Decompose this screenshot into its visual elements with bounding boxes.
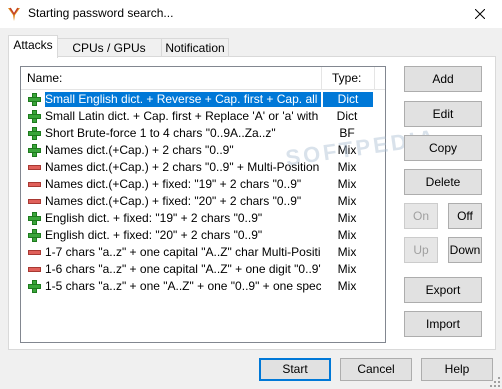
down-button-label: Down (449, 243, 481, 257)
plus-icon[interactable] (28, 280, 41, 293)
attack-name: Short Brute-force 1 to 4 chars "0..9A..Z… (45, 126, 276, 140)
list-item[interactable]: English dict. + fixed: "19" + 2 chars "0… (21, 210, 385, 227)
window-title: Starting password search... (28, 6, 174, 20)
attack-type: Dict (323, 92, 373, 107)
attack-type: Mix (337, 279, 357, 293)
column-header-type-label: Type: (332, 71, 362, 85)
up-button-label: Up (413, 243, 429, 257)
app-logo-icon (8, 7, 20, 21)
tab-attacks[interactable]: Attacks (8, 35, 58, 58)
attack-name: 1-6 chars "a..z" + one capital "A..Z" + … (45, 262, 321, 276)
minus-icon[interactable] (28, 195, 41, 208)
copy-button[interactable]: Copy (404, 135, 482, 161)
plus-icon[interactable] (28, 127, 41, 140)
minus-icon[interactable] (28, 161, 41, 174)
attack-type: BF (339, 126, 355, 140)
attack-name: English dict. + fixed: "20" + 2 chars "0… (45, 228, 263, 242)
plus-icon[interactable] (28, 229, 41, 242)
down-button[interactable]: Down (448, 237, 482, 263)
attack-name: Names dict.(+Cap.) + fixed: "19" + 2 cha… (45, 177, 302, 191)
cancel-button-label: Cancel (357, 362, 395, 376)
attack-name: Names dict.(+Cap.) + 2 chars "0..9" (45, 143, 234, 157)
on-button-label: On (412, 209, 429, 223)
column-header-type[interactable]: Type: (321, 67, 375, 89)
plus-icon[interactable] (28, 93, 41, 106)
list-item[interactable]: Short Brute-force 1 to 4 chars "0..9A..Z… (21, 125, 385, 142)
resize-grip-icon[interactable] (490, 377, 500, 387)
attack-type: Mix (337, 211, 357, 225)
start-button[interactable]: Start (259, 358, 331, 381)
close-button[interactable] (458, 0, 502, 28)
close-icon (475, 9, 485, 19)
attack-type: Dict (336, 109, 358, 123)
copy-button-label: Copy (428, 141, 457, 155)
plus-icon[interactable] (28, 144, 41, 157)
attack-name: English dict. + fixed: "19" + 2 chars "0… (45, 211, 263, 225)
attack-name: Small Latin dict. + Cap. first + Replace… (45, 109, 321, 123)
attack-type: Mix (337, 160, 357, 174)
attack-name: 1-7 chars "a..z" + one capital "A..Z" ch… (45, 245, 321, 259)
plus-icon[interactable] (28, 212, 41, 225)
edit-button[interactable]: Edit (404, 101, 482, 127)
list-item[interactable]: Names dict.(+Cap.) + fixed: "19" + 2 cha… (21, 176, 385, 193)
cancel-button[interactable]: Cancel (340, 358, 412, 381)
title-bar: Starting password search... (0, 0, 502, 28)
attack-name: Names dict.(+Cap.) + 2 chars "0..9" + Mu… (45, 160, 321, 174)
list-item[interactable]: 1-6 chars "a..z" + one capital "A..Z" + … (21, 261, 385, 278)
minus-icon[interactable] (28, 263, 41, 276)
attack-name: Names dict.(+Cap.) + fixed: "20" + 2 cha… (45, 194, 302, 208)
list-item[interactable]: English dict. + fixed: "20" + 2 chars "0… (21, 227, 385, 244)
tab-cpus-gpus[interactable]: CPUs / GPUs (Auto) (56, 38, 162, 73)
import-button[interactable]: Import (404, 311, 482, 337)
off-button-label: Off (457, 209, 473, 223)
attack-type: Mix (337, 262, 357, 276)
export-button-label: Export (425, 283, 461, 297)
import-button-label: Import (425, 317, 460, 331)
column-header-name[interactable]: Name: (27, 71, 62, 85)
help-button-label: Help (444, 362, 470, 376)
tab-label: Attacks (13, 38, 53, 52)
start-button-label: Start (282, 362, 308, 376)
minus-icon[interactable] (28, 178, 41, 191)
add-button[interactable]: Add (404, 66, 482, 92)
attack-type: Mix (337, 177, 357, 191)
attack-list[interactable]: Name: Type: Small English dict. + Revers… (20, 66, 386, 343)
list-item[interactable]: Names dict.(+Cap.) + 2 chars "0..9" Mix (21, 142, 385, 159)
plus-icon[interactable] (28, 110, 41, 123)
add-button-label: Add (432, 72, 454, 86)
list-item[interactable]: Small Latin dict. + Cap. first + Replace… (21, 108, 385, 125)
tab-notification[interactable]: Notification (161, 38, 229, 57)
list-item[interactable]: 1-7 chars "a..z" + one capital "A..Z" ch… (21, 244, 385, 261)
edit-button-label: Edit (432, 107, 454, 121)
delete-button[interactable]: Delete (404, 169, 482, 195)
attack-name: Small English dict. + Reverse + Cap. fir… (44, 91, 322, 108)
off-button[interactable]: Off (448, 203, 482, 229)
attack-name: 1-5 chars "a..z" + one "A..Z" + one "0..… (45, 279, 321, 293)
list-item[interactable]: 1-5 chars "a..z" + one "A..Z" + one "0..… (21, 278, 385, 295)
on-button[interactable]: On (404, 203, 438, 229)
up-button[interactable]: Up (404, 237, 438, 263)
list-item[interactable]: Small English dict. + Reverse + Cap. fir… (21, 91, 385, 108)
minus-icon[interactable] (28, 246, 41, 259)
help-button[interactable]: Help (421, 358, 493, 381)
attack-type: Mix (337, 194, 357, 208)
list-header: Name: Type: (21, 67, 385, 90)
attack-type: Mix (337, 228, 357, 242)
list-item[interactable]: Names dict.(+Cap.) + fixed: "20" + 2 cha… (21, 193, 385, 210)
attack-type: Mix (337, 245, 357, 259)
tab-label: Notification (165, 41, 225, 55)
list-item[interactable]: Names dict.(+Cap.) + 2 chars "0..9" + Mu… (21, 159, 385, 176)
delete-button-label: Delete (425, 175, 461, 189)
attack-type: Mix (337, 143, 357, 157)
export-button[interactable]: Export (404, 277, 482, 303)
